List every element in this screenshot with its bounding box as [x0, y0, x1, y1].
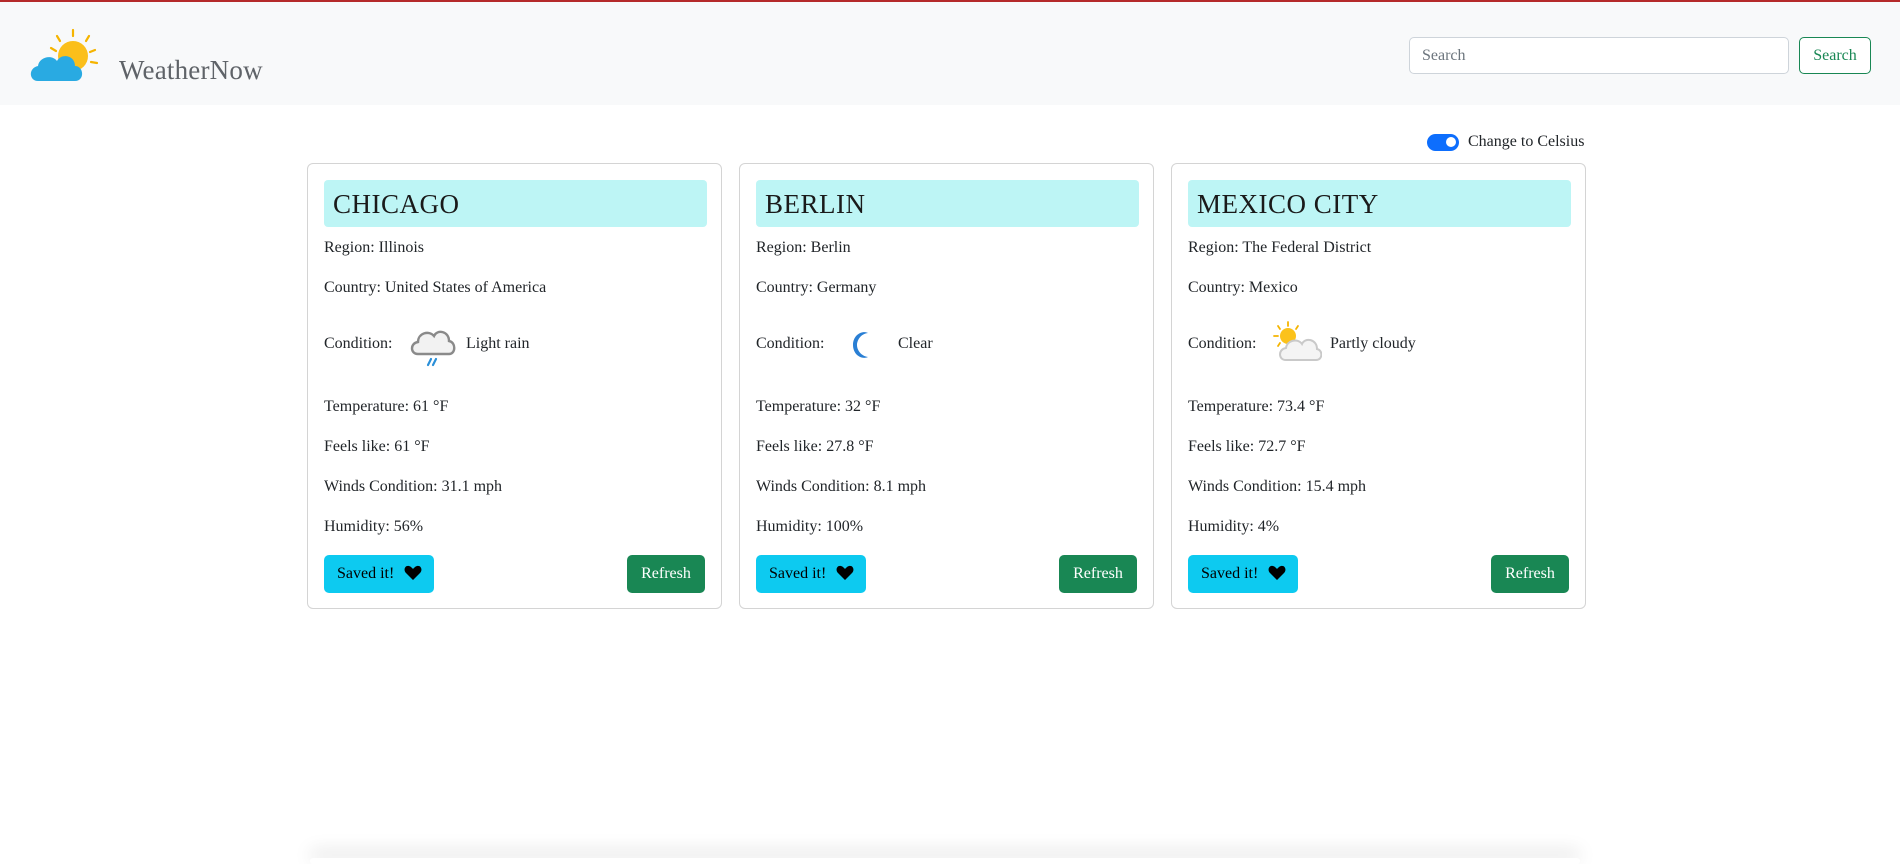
- saved-button[interactable]: Saved it!: [756, 555, 866, 593]
- condition-label: Condition:: [1188, 335, 1257, 352]
- country-text: Country: United States of America: [324, 279, 547, 296]
- saved-button[interactable]: Saved it!: [324, 555, 434, 593]
- region-text: Region: The Federal District: [1188, 239, 1372, 256]
- condition-text: Light rain: [466, 335, 530, 352]
- condition-text: Clear: [898, 335, 933, 352]
- condition-row: Condition: Partly cloudy: [1188, 321, 1568, 387]
- heart-icon: [1268, 565, 1286, 580]
- temperature-text: Temperature: 32 °F: [756, 398, 881, 415]
- partly-cloudy-icon: [1273, 321, 1322, 361]
- saved-button-label: Saved it!: [1201, 565, 1259, 582]
- saved-button-label: Saved it!: [769, 565, 827, 582]
- condition-row: Condition: Light rain: [324, 327, 704, 387]
- celsius-toggle-label: Change to Celsius: [1468, 133, 1585, 150]
- search-button[interactable]: Search: [1799, 37, 1871, 74]
- wind-text: Winds Condition: 15.4 mph: [1188, 478, 1367, 495]
- feels-like-text: Feels like: 72.7 °F: [1188, 438, 1306, 455]
- sun-behind-cloud-icon: [30, 28, 99, 81]
- condition-label: Condition:: [324, 335, 393, 352]
- condition-text: Partly cloudy: [1330, 335, 1416, 352]
- light-rain-icon: [410, 330, 456, 367]
- clear-night-moon-icon: [853, 332, 868, 358]
- temperature-text: Temperature: 73.4 °F: [1188, 398, 1325, 415]
- humidity-text: Humidity: 100%: [756, 518, 864, 535]
- search-input[interactable]: [1409, 37, 1789, 74]
- switch-knob: [1446, 137, 1456, 147]
- country-text: Country: Mexico: [1188, 279, 1298, 296]
- weather-card-chicago: CHICAGO Region: Illinois Country: United…: [307, 163, 722, 609]
- refresh-button[interactable]: Refresh: [1491, 555, 1569, 593]
- feels-like-text: Feels like: 61 °F: [324, 438, 430, 455]
- heart-icon: [836, 565, 854, 580]
- region-text: Region: Illinois: [324, 239, 424, 256]
- city-name: MEXICO CITY: [1188, 180, 1571, 227]
- weather-card-mexico-city: MEXICO CITY Region: The Federal District…: [1171, 163, 1586, 609]
- region-text: Region: Berlin: [756, 239, 851, 256]
- navbar: WeatherNow Search: [0, 2, 1900, 105]
- celsius-switch[interactable]: [1427, 133, 1459, 151]
- temperature-text: Temperature: 61 °F: [324, 398, 449, 415]
- saved-button-label: Saved it!: [337, 565, 395, 582]
- humidity-text: Humidity: 56%: [324, 518, 424, 535]
- refresh-button[interactable]: Refresh: [627, 555, 705, 593]
- country-text: Country: Germany: [756, 279, 877, 296]
- feels-like-text: Feels like: 27.8 °F: [756, 438, 874, 455]
- celsius-toggle: Change to Celsius: [1427, 131, 1584, 153]
- city-name: BERLIN: [756, 180, 1139, 227]
- heart-icon: [404, 565, 422, 580]
- footer-shadow: [310, 858, 1580, 864]
- condition-row: Condition: Clear: [756, 327, 1136, 387]
- wind-text: Winds Condition: 31.1 mph: [324, 478, 503, 495]
- refresh-button[interactable]: Refresh: [1059, 555, 1137, 593]
- humidity-text: Humidity: 4%: [1188, 518, 1280, 535]
- condition-label: Condition:: [756, 335, 825, 352]
- weather-card-berlin: BERLIN Region: Berlin Country: Germany C…: [739, 163, 1154, 609]
- wind-text: Winds Condition: 8.1 mph: [756, 478, 927, 495]
- saved-button[interactable]: Saved it!: [1188, 555, 1298, 593]
- city-name: CHICAGO: [324, 180, 707, 227]
- brand-name[interactable]: WeatherNow: [119, 55, 263, 86]
